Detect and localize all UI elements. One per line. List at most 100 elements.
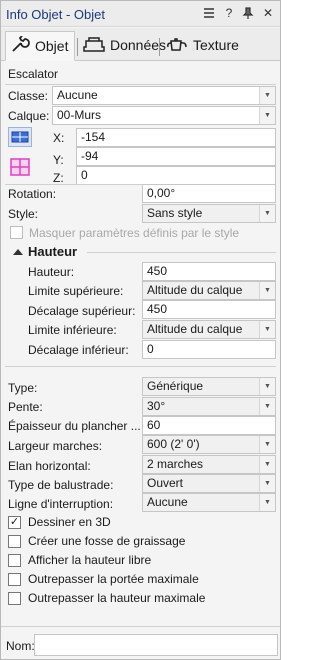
masquer-label: Masquer paramètres définis par le style bbox=[29, 226, 240, 240]
pin-icon[interactable] bbox=[241, 6, 255, 20]
tab-donnees[interactable]: Données bbox=[79, 32, 166, 58]
hauteur-field[interactable]: 450 bbox=[142, 262, 276, 281]
style-select[interactable]: Sans style ▼ bbox=[142, 204, 276, 223]
calque-value: 00-Murs bbox=[57, 108, 102, 122]
masquer-checkbox[interactable] bbox=[10, 226, 23, 239]
tab-bar: Objet Données Texture bbox=[1, 28, 280, 61]
x-label: X: bbox=[53, 131, 65, 145]
help-icon[interactable]: ? bbox=[222, 6, 236, 20]
grid-align-icon[interactable] bbox=[9, 157, 31, 177]
z-label: Z: bbox=[53, 171, 64, 185]
dessiner-3d-checkbox[interactable]: ✓ bbox=[8, 516, 21, 529]
tab-objet-label: Objet bbox=[35, 38, 69, 54]
limite-inf-select[interactable]: Altitude du calque ▼ bbox=[142, 320, 276, 339]
type-select[interactable]: Générique ▼ bbox=[142, 377, 276, 396]
elan-select[interactable]: 2 marches ▼ bbox=[142, 455, 276, 474]
wrench-icon bbox=[10, 34, 30, 57]
divider bbox=[5, 366, 276, 367]
dropdown-arrow-icon: ▼ bbox=[259, 378, 275, 395]
tab-objet[interactable]: Objet bbox=[5, 31, 75, 61]
hauteur-libre-checkbox[interactable] bbox=[8, 554, 21, 567]
pente-value: 30° bbox=[147, 399, 166, 413]
decalage-sup-field[interactable]: 450 bbox=[142, 300, 276, 319]
menu-icon[interactable] bbox=[202, 6, 216, 20]
y-field[interactable]: -94 bbox=[76, 147, 276, 166]
classe-value: Aucune bbox=[57, 88, 98, 102]
divider bbox=[87, 252, 276, 253]
bounding-box-icon[interactable] bbox=[8, 127, 32, 147]
dropdown-arrow-icon: ▼ bbox=[259, 475, 275, 492]
hauteur-label: Hauteur: bbox=[28, 265, 75, 279]
window-title: Info Objet - Objet bbox=[6, 7, 105, 22]
fosse-label: Créer une fosse de graissage bbox=[28, 534, 186, 548]
calque-select[interactable]: 00-Murs ▼ bbox=[52, 106, 276, 125]
elan-label: Elan horizontal: bbox=[8, 459, 91, 473]
decalage-inf-field[interactable]: 0 bbox=[142, 340, 276, 359]
dessiner-3d-label: Dessiner en 3D bbox=[28, 515, 111, 529]
calque-label: Calque: bbox=[8, 109, 50, 123]
collapse-triangle-icon[interactable] bbox=[13, 249, 23, 255]
style-label: Style: bbox=[8, 207, 39, 221]
dropdown-arrow-icon: ▼ bbox=[259, 107, 275, 124]
style-value: Sans style bbox=[147, 206, 203, 220]
hauteur-max-checkbox[interactable] bbox=[8, 592, 21, 605]
largeur-label: Largeur marches: bbox=[8, 439, 103, 453]
portee-max-label: Outrepasser la portée maximale bbox=[28, 572, 199, 586]
x-field[interactable]: -154 bbox=[76, 128, 276, 147]
close-icon[interactable]: ✕ bbox=[261, 6, 275, 20]
y-label: Y: bbox=[53, 153, 64, 167]
epaisseur-field[interactable]: 60 bbox=[142, 416, 276, 435]
dropdown-arrow-icon: ▼ bbox=[259, 398, 275, 415]
limite-inf-value: Altitude du calque bbox=[147, 322, 243, 336]
ligne-select[interactable]: Aucune ▼ bbox=[142, 493, 276, 512]
dropdown-arrow-icon: ▼ bbox=[259, 321, 275, 338]
decalage-inf-label: Décalage inférieur: bbox=[28, 343, 129, 357]
rotation-label: Rotation: bbox=[8, 187, 57, 201]
title-bar[interactable]: Info Objet - Objet ? ✕ bbox=[1, 1, 280, 27]
ligne-value: Aucune bbox=[147, 495, 188, 509]
type-value: Générique bbox=[147, 379, 204, 393]
limite-sup-value: Altitude du calque bbox=[147, 283, 243, 297]
type-label: Type: bbox=[8, 381, 38, 395]
hauteur-max-label: Outrepasser la hauteur maximale bbox=[28, 591, 206, 605]
sofa-icon bbox=[83, 36, 105, 55]
balustrade-label: Type de balustrade: bbox=[8, 478, 114, 492]
fosse-checkbox[interactable] bbox=[8, 535, 21, 548]
z-field[interactable]: 0 bbox=[76, 166, 276, 185]
classe-select[interactable]: Aucune ▼ bbox=[52, 86, 276, 105]
classe-label: Classe: bbox=[8, 89, 49, 103]
largeur-select[interactable]: 600 (2' 0') ▼ bbox=[142, 435, 276, 454]
dropdown-arrow-icon: ▼ bbox=[259, 456, 275, 473]
dropdown-arrow-icon: ▼ bbox=[259, 494, 275, 511]
rotation-field[interactable]: 0,00° bbox=[142, 184, 276, 203]
decalage-sup-label: Décalage supérieur: bbox=[28, 304, 136, 318]
hauteur-libre-label: Afficher la hauteur libre bbox=[28, 553, 152, 567]
tab-separator bbox=[159, 38, 160, 56]
limite-inf-label: Limite inférieure: bbox=[28, 323, 117, 337]
tab-texture[interactable]: Texture bbox=[162, 32, 242, 58]
portee-max-checkbox[interactable] bbox=[8, 573, 21, 586]
divider bbox=[1, 626, 280, 627]
epaisseur-label: Épaisseur du plancher ... bbox=[8, 419, 141, 433]
limite-sup-label: Limite supérieure: bbox=[28, 284, 124, 298]
hauteur-section-title: Hauteur bbox=[28, 244, 78, 259]
largeur-value: 600 (2' 0') bbox=[147, 437, 200, 451]
dropdown-arrow-icon: ▼ bbox=[259, 87, 275, 104]
nom-label: Nom: bbox=[6, 639, 35, 653]
object-info-palette: Info Objet - Objet ? ✕ Objet Données Tex… bbox=[0, 0, 281, 660]
balustrade-value: Ouvert bbox=[147, 476, 184, 490]
elan-value: 2 marches bbox=[147, 457, 204, 471]
dropdown-arrow-icon: ▼ bbox=[259, 436, 275, 453]
pente-label: Pente: bbox=[8, 400, 43, 414]
balustrade-select[interactable]: Ouvert ▼ bbox=[142, 474, 276, 493]
pente-select[interactable]: 30° ▼ bbox=[142, 397, 276, 416]
ligne-label: Ligne d'interruption: bbox=[8, 497, 114, 511]
tab-texture-label: Texture bbox=[193, 37, 239, 53]
object-type-label: Escalator bbox=[8, 67, 59, 81]
teapot-icon bbox=[166, 35, 188, 56]
dropdown-arrow-icon: ▼ bbox=[259, 282, 275, 299]
limite-sup-select[interactable]: Altitude du calque ▼ bbox=[142, 281, 276, 300]
nom-field[interactable] bbox=[34, 634, 278, 656]
dropdown-arrow-icon: ▼ bbox=[259, 205, 275, 222]
divider bbox=[5, 84, 276, 85]
